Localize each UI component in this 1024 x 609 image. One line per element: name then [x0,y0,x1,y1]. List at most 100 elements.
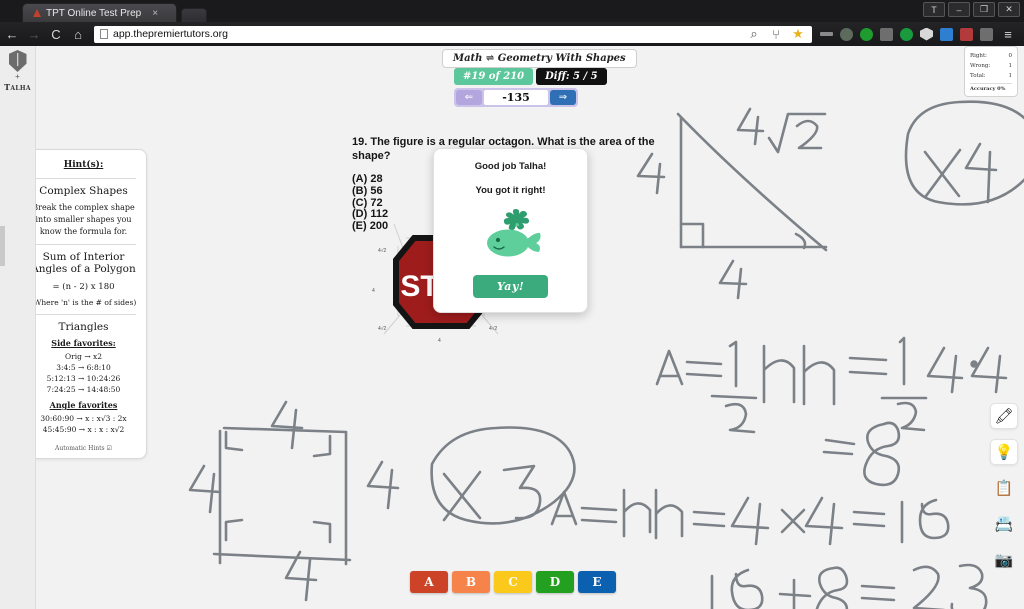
tab-close-icon[interactable]: × [152,8,158,19]
answer-button-b[interactable]: B [452,571,490,593]
stats-total-row: Total: 1 [970,71,1012,81]
extension-record-icon[interactable] [860,27,873,41]
hint-side-favorite: 7:24:25 → 14:48:50 [46,385,121,394]
user-profile[interactable]: + Talha [0,46,35,92]
figure-label: 4√2 [489,326,498,332]
whale-icon [480,209,542,261]
clipboard-icon[interactable]: 📋 [990,475,1018,501]
hint-section-polygon-title: Sum of Interior Angles of a Polygon [36,251,136,275]
reload-icon[interactable]: C [48,27,64,42]
hint-side-favorite: 3:4:5 → 6:8:10 [56,363,111,372]
score-value: -135 [484,90,548,105]
shield-extension-icon[interactable] [920,27,933,41]
bookmark-star-icon[interactable]: ★ [790,26,806,42]
calculator-icon[interactable]: 📇 [990,511,1018,537]
hint-side-favorite: 5:12:13 → 10:24:26 [46,374,121,383]
hint-side-favorites-label: Side favorites: [51,338,116,348]
divider [36,178,136,179]
modal-congrats-line: Good job Talha! [474,161,547,172]
hint-side-favorite: Orig → x2 [65,352,102,361]
extension-icons: ≡ [820,27,1020,42]
app-viewport: + Talha Math ⇌ Geometry With Shapes #19 … [0,46,1024,609]
question-count-badge: #19 of 210 [454,68,534,85]
extension-leaf-icon[interactable] [840,27,853,41]
browser-toolbar: ← → C ⌂ app.thepremiertutors.org ⌕ ⑂ ★ ≡ [0,22,1024,46]
question-meta-row: #19 of 210 Diff: 5 / 5 [454,68,607,85]
success-modal: Good job Talha! You got it right! Yay! [433,148,588,313]
home-icon[interactable]: ⌂ [70,27,86,42]
figure-label: 4 [438,338,441,344]
handwriting-layer [188,100,1024,609]
subject-breadcrumb: Math ⇌ Geometry With Shapes [442,49,637,68]
hint-angle-favorite: 45:45:90 → x : x : x√2 [42,425,125,434]
hint-section-complex-shapes-body: Break the complex shape into smaller sha… [36,203,135,236]
stats-wrong-row: Wrong: 1 [970,61,1012,71]
figure-label: 4 [372,288,375,294]
divider [36,244,136,245]
figure-label: 4√2 [378,326,387,332]
hints-panel: Hint(s): Complex Shapes Break the comple… [36,149,147,459]
difficulty-badge: Diff: 5 / 5 [536,68,607,85]
avatar-shield-icon [8,50,27,72]
answer-button-c[interactable]: C [494,571,532,593]
stats-total-value: 1 [1008,73,1013,79]
answer-button-e[interactable]: E [578,571,616,593]
choice-b: (B) 56 [352,184,383,197]
tab-favicon [33,9,41,17]
panel-edge-handle[interactable] [0,226,5,266]
hint-polygon-formula: = (n - 2) x 180 [52,282,115,292]
window-tool-button[interactable]: T [923,2,945,17]
browser-tab[interactable]: TPT Online Test Prep × [22,3,178,22]
stats-wrong-value: 1 [1008,63,1013,69]
extension-alert-icon[interactable] [960,27,973,41]
hint-section-complex-shapes-title: Complex Shapes [39,185,128,197]
eraser-icon[interactable]: 🖍 [990,403,1018,429]
window-close-button[interactable]: ✕ [998,2,1020,17]
tool-rail: 🖍 💡 📋 📇 📷 [990,403,1018,573]
hint-section-triangles-title: Triangles [58,321,109,333]
extension-dash-icon[interactable] [820,32,833,36]
search-icon[interactable]: ⌕ [746,26,762,42]
answer-button-d[interactable]: D [536,571,574,593]
back-icon[interactable]: ← [4,27,20,42]
wrench-icon[interactable]: ⑂ [768,27,784,42]
previous-question-button[interactable]: ⇐ [456,90,482,105]
automatic-hints-toggle[interactable]: Automatic Hints ☑ [36,445,138,452]
window-minimize-button[interactable]: – [948,2,970,17]
lightbulb-icon[interactable]: 💡 [990,439,1018,465]
new-tab-button[interactable] [181,8,208,22]
yay-button[interactable]: Yay! [472,275,549,298]
extension-image-icon[interactable] [940,27,953,41]
browser-menu-icon[interactable]: ≡ [1000,27,1016,42]
modal-result-line: You got it right! [475,185,546,196]
answer-button-row: A B C D E [410,571,616,593]
window-restore-button[interactable]: ❐ [973,2,995,17]
extension-window-icon[interactable] [880,27,893,41]
answer-button-a[interactable]: A [410,571,448,593]
stats-right-label: Right: [970,53,988,59]
hints-title: Hint(s): [63,160,104,170]
window-controls: T – ❐ ✕ [923,2,1020,17]
extension-play-icon[interactable] [900,27,913,41]
camera-icon[interactable]: 📷 [990,547,1018,573]
whiteboard[interactable]: Math ⇌ Geometry With Shapes #19 of 210 D… [36,46,1024,609]
address-bar[interactable]: app.thepremiertutors.org ⌕ ⑂ ★ [94,25,812,43]
hint-polygon-note: (Where 'n' is the # of sides) [36,298,137,307]
user-name-label: Talha [4,82,31,92]
forward-icon[interactable]: → [26,27,42,42]
hint-angle-favorites-label: Angle favorites [49,400,118,410]
divider [36,314,136,315]
stats-card: Right: 0 Wrong: 1 Total: 1 Accuracy 0% [964,46,1018,97]
next-question-button[interactable]: ⇒ [550,90,576,105]
stats-right-row: Right: 0 [970,51,1012,61]
address-bar-actions: ⌕ ⑂ ★ [746,26,806,42]
extension-window2-icon[interactable] [980,27,993,41]
stats-right-value: 0 [1008,53,1013,59]
tab-title: TPT Online Test Prep [46,7,142,19]
stats-accuracy: Accuracy 0% [970,83,1012,92]
left-rail: + Talha [0,46,36,609]
stats-wrong-label: Wrong: [970,63,991,69]
url-text: app.thepremiertutors.org [113,28,228,40]
score-navigation: ⇐ -135 ⇒ [454,88,578,107]
figure-label: 4√2 [378,248,387,254]
